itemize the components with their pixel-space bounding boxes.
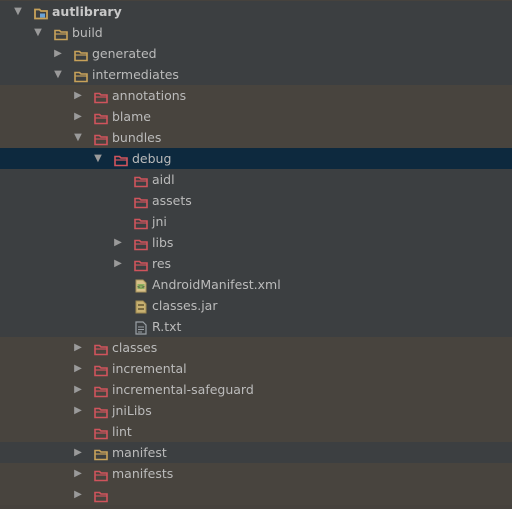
expand-arrow-right-icon[interactable]: ▶ bbox=[52, 43, 64, 64]
expand-arrow-right-icon[interactable]: ▶ bbox=[112, 253, 124, 274]
expand-arrow-right-icon[interactable]: ▶ bbox=[72, 400, 84, 421]
tree-item-autlibrary[interactable]: ▼ autlibrary bbox=[0, 1, 512, 22]
excluded-folder-icon bbox=[134, 194, 148, 209]
tree-item-annotations[interactable]: ▶ annotations bbox=[0, 85, 512, 106]
tree-item-label: classes bbox=[112, 340, 158, 355]
excluded-folder-icon bbox=[94, 488, 108, 503]
tree-item-blame[interactable]: ▶ blame bbox=[0, 106, 512, 127]
excluded-folder-icon bbox=[94, 341, 108, 356]
manifest-file-icon: <> bbox=[134, 278, 148, 293]
tree-item-label: jni bbox=[152, 214, 167, 229]
tree-item-label: build bbox=[72, 25, 103, 40]
tree-item-label: lint bbox=[112, 424, 132, 439]
expand-arrow-right-icon[interactable]: ▶ bbox=[72, 358, 84, 379]
tree-item-incremental-safeguard[interactable]: ▶ incremental-safeguard bbox=[0, 379, 512, 400]
tree-item-classes[interactable]: ▶ classes bbox=[0, 337, 512, 358]
excluded-folder-icon bbox=[94, 131, 108, 146]
excluded-folder-icon bbox=[134, 173, 148, 188]
tree-item-label: assets bbox=[152, 193, 192, 208]
tree-item-r-txt[interactable]: R.txt bbox=[0, 316, 512, 337]
project-tree[interactable]: ▼ autlibrary ▼ build ▶ generated ▼ intermediate… bbox=[0, 0, 512, 505]
tree-item-aidl[interactable]: aidl bbox=[0, 169, 512, 190]
folder-icon bbox=[74, 47, 88, 62]
tree-item-androidmanifest-xml[interactable]: <> AndroidManifest.xml bbox=[0, 274, 512, 295]
tree-item-manifest[interactable]: ▶ manifest bbox=[0, 442, 512, 463]
tree-item-manifests[interactable]: ▶ manifests bbox=[0, 463, 512, 484]
tree-item-label: jniLibs bbox=[112, 403, 152, 418]
tree-item-incremental[interactable]: ▶ incremental bbox=[0, 358, 512, 379]
tree-item-jni[interactable]: jni bbox=[0, 211, 512, 232]
expand-arrow-right-icon[interactable]: ▶ bbox=[112, 232, 124, 253]
excluded-folder-icon bbox=[94, 425, 108, 440]
folder-icon bbox=[74, 68, 88, 83]
expand-arrow-down-icon[interactable]: ▼ bbox=[32, 22, 44, 43]
tree-item-assets[interactable]: assets bbox=[0, 190, 512, 211]
tree-item-res[interactable]: ▶ res bbox=[0, 253, 512, 274]
expand-arrow-right-icon[interactable]: ▶ bbox=[72, 106, 84, 127]
excluded-folder-icon bbox=[114, 152, 128, 167]
excluded-folder-icon bbox=[134, 215, 148, 230]
expand-arrow-right-icon[interactable]: ▶ bbox=[72, 337, 84, 358]
expand-arrow-right-icon[interactable]: ▶ bbox=[72, 85, 84, 106]
expand-arrow-right-icon[interactable]: ▶ bbox=[72, 463, 84, 484]
tree-item-partial[interactable]: ▶ bbox=[0, 484, 512, 505]
tree-item-label: res bbox=[152, 256, 172, 271]
module-folder-icon bbox=[34, 5, 48, 20]
excluded-folder-icon bbox=[94, 110, 108, 125]
tree-item-label: aidl bbox=[152, 172, 175, 187]
excluded-folder-icon bbox=[134, 236, 148, 251]
excluded-folder-icon bbox=[94, 404, 108, 419]
tree-item-label: classes.jar bbox=[152, 298, 218, 313]
tree-item-label: manifests bbox=[112, 466, 174, 481]
tree-item-label: blame bbox=[112, 109, 151, 124]
tree-item-label: incremental bbox=[112, 361, 187, 376]
folder-icon bbox=[94, 446, 108, 461]
excluded-folder-icon bbox=[94, 467, 108, 482]
tree-item-label: autlibrary bbox=[52, 4, 122, 19]
excluded-folder-icon bbox=[134, 257, 148, 272]
tree-item-label: R.txt bbox=[152, 319, 182, 334]
tree-item-label: bundles bbox=[112, 130, 162, 145]
excluded-folder-icon bbox=[94, 362, 108, 377]
tree-item-generated[interactable]: ▶ generated bbox=[0, 43, 512, 64]
tree-item-lint[interactable]: lint bbox=[0, 421, 512, 442]
svg-text:<>: <> bbox=[137, 284, 145, 290]
expand-arrow-right-icon[interactable]: ▶ bbox=[72, 379, 84, 400]
tree-item-classes-jar[interactable]: classes.jar bbox=[0, 295, 512, 316]
expand-arrow-down-icon[interactable]: ▼ bbox=[12, 1, 24, 22]
expand-arrow-down-icon[interactable]: ▼ bbox=[52, 64, 64, 85]
text-file-icon bbox=[134, 320, 148, 335]
tree-item-label: debug bbox=[132, 151, 172, 166]
tree-item-label: libs bbox=[152, 235, 174, 250]
expand-arrow-down-icon[interactable]: ▼ bbox=[92, 148, 104, 169]
excluded-folder-icon bbox=[94, 383, 108, 398]
tree-item-label: generated bbox=[92, 46, 157, 61]
tree-item-libs[interactable]: ▶ libs bbox=[0, 232, 512, 253]
tree-item-build[interactable]: ▼ build bbox=[0, 22, 512, 43]
expand-arrow-down-icon[interactable]: ▼ bbox=[72, 127, 84, 148]
expand-arrow-right-icon[interactable]: ▶ bbox=[72, 484, 84, 505]
tree-item-debug[interactable]: ▼ debug bbox=[0, 148, 512, 169]
tree-item-jnilibs[interactable]: ▶ jniLibs bbox=[0, 400, 512, 421]
tree-item-label: AndroidManifest.xml bbox=[152, 277, 281, 292]
tree-item-label: annotations bbox=[112, 88, 187, 103]
folder-icon bbox=[54, 26, 68, 41]
tree-item-label: manifest bbox=[112, 445, 167, 460]
tree-item-label: intermediates bbox=[92, 67, 179, 82]
expand-arrow-right-icon[interactable]: ▶ bbox=[72, 442, 84, 463]
tree-item-intermediates[interactable]: ▼ intermediates bbox=[0, 64, 512, 85]
jar-file-icon bbox=[134, 299, 148, 314]
tree-item-bundles[interactable]: ▼ bundles bbox=[0, 127, 512, 148]
excluded-folder-icon bbox=[94, 89, 108, 104]
tree-item-label: incremental-safeguard bbox=[112, 382, 254, 397]
